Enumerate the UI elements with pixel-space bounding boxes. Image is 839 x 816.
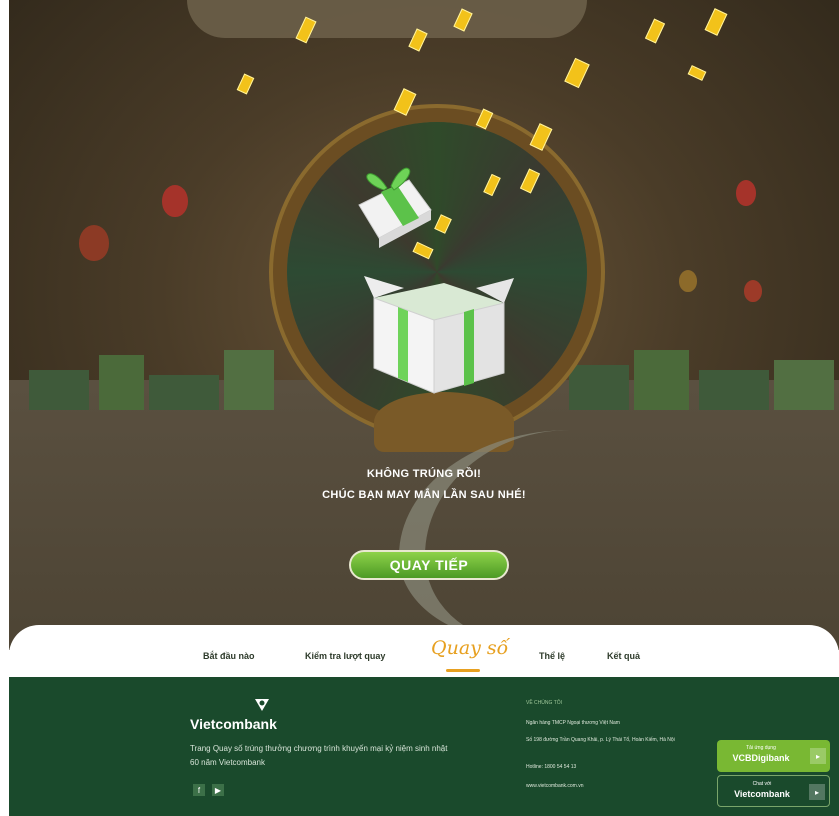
top-banner bbox=[187, 0, 587, 38]
footer-contact-line: Số 198 đường Trần Quang Khải, p. Lý Thái… bbox=[526, 737, 675, 743]
vietcombank-logo-icon bbox=[255, 699, 269, 711]
chevron-right-icon: ▸ bbox=[809, 784, 825, 800]
chat-small: Chat với bbox=[752, 781, 772, 787]
gift-box-icon bbox=[364, 276, 514, 394]
footer-contact-line: Hotline: 1800 54 54 13 bbox=[526, 764, 577, 770]
nav-active-indicator bbox=[446, 669, 480, 672]
balloon bbox=[79, 225, 109, 261]
spin-again-button[interactable]: QUAY TIẾP bbox=[349, 550, 509, 580]
main-nav bbox=[9, 625, 839, 677]
gold-coin bbox=[704, 8, 728, 36]
youtube-icon[interactable]: ▶ bbox=[212, 784, 224, 796]
chevron-right-icon: ▸ bbox=[810, 748, 826, 764]
gold-coin bbox=[236, 73, 255, 95]
result-subtitle: CHÚC BẠN MAY MẮN LẦN SAU NHÉ! bbox=[322, 489, 526, 501]
nav-item-results[interactable]: Kết quả bbox=[607, 651, 640, 661]
balloon bbox=[736, 180, 756, 206]
nav-item-check-turns[interactable]: Kiểm tra lượt quay bbox=[305, 651, 385, 661]
gold-coin bbox=[393, 88, 417, 116]
footer-contact-line[interactable]: www.vietcombank.com.vn bbox=[526, 783, 686, 790]
gold-coin bbox=[687, 65, 707, 81]
gold-coin bbox=[529, 123, 553, 151]
nav-item-spin[interactable]: Quay số bbox=[431, 637, 508, 659]
page: KHÔNG TRÚNG RỒI! CHÚC BẠN MAY MẮN LẦN SA… bbox=[0, 0, 839, 816]
download-app-button[interactable]: Tải ứng dụng VCBDigibank ▸ bbox=[717, 740, 830, 772]
footer-description: Trang Quay số trúng thưởng chương trình … bbox=[190, 744, 448, 767]
gift-lid-icon bbox=[358, 167, 432, 248]
result-title: KHÔNG TRÚNG RỒI! bbox=[366, 468, 482, 480]
facebook-icon[interactable]: f bbox=[193, 784, 205, 796]
chat-big: Vietcombank bbox=[734, 789, 790, 799]
balloon bbox=[679, 270, 697, 292]
chat-button[interactable]: Chat với Vietcombank ▸ bbox=[717, 775, 830, 807]
footer-contact-line: Ngân hàng TMCP Ngoại thương Việt Nam bbox=[526, 720, 620, 726]
gold-coin bbox=[644, 18, 666, 44]
download-app-small: Tải ứng dụng bbox=[746, 745, 776, 751]
footer-brand: Vietcombank bbox=[190, 716, 277, 732]
balloon bbox=[744, 280, 762, 302]
gold-coin bbox=[475, 108, 494, 130]
footer-contact-heading: VỀ CHÚNG TÔI bbox=[526, 700, 563, 706]
nav-item-start[interactable]: Bắt đầu nào bbox=[203, 651, 255, 661]
nav-item-rules[interactable]: Thể lệ bbox=[539, 651, 565, 661]
balloon bbox=[162, 185, 188, 217]
gold-coin bbox=[564, 57, 590, 89]
download-app-big: VCBDigibank bbox=[732, 753, 790, 763]
